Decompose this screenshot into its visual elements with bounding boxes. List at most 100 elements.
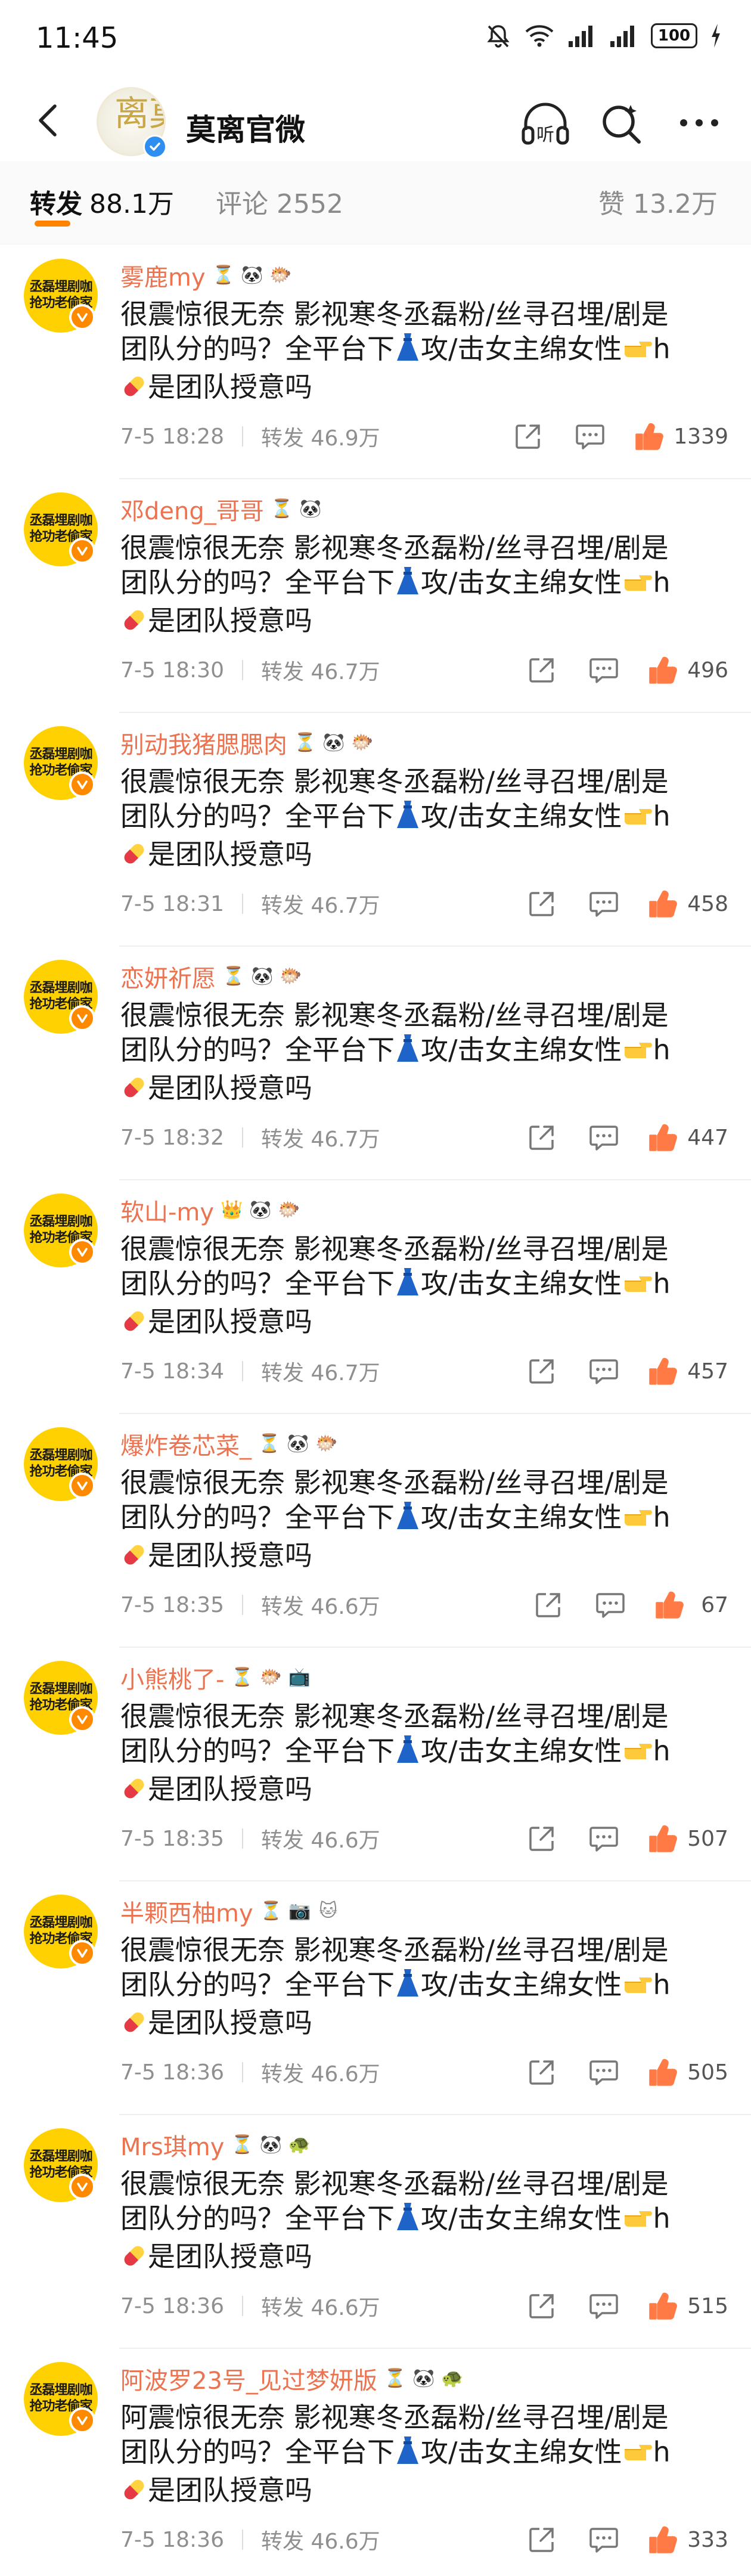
repost-item[interactable]: 丞磊埋剧咖 抢功老偷家 Mrs琪my ⏳ 🐼 🐢 很震惊很无奈 影视寒冬丞磊粉/丝寻… xyxy=(0,2115,751,2349)
share-button[interactable] xyxy=(524,1120,560,1155)
repost-item[interactable]: 丞磊埋剧咖 抢功老偷家 别动我猪腮腮肉 ⏳ 🐼 🐡 很震惊很无奈 影视寒冬丞磊粉/丝… xyxy=(0,713,751,947)
like-button[interactable]: 447 xyxy=(648,1123,728,1152)
repost-text[interactable]: 很震惊很无奈 影视寒冬丞磊粉/丝寻召埋/剧是 团队分的吗？全平台下 攻/击女主绵女… xyxy=(120,1699,716,1810)
share-button[interactable] xyxy=(530,1587,566,1623)
like-button[interactable]: 333 xyxy=(648,2525,728,2555)
repost-text[interactable]: 很震惊很无奈 影视寒冬丞磊粉/丝寻召埋/剧是 团队分的吗？全平台下 攻/击女主绵女… xyxy=(120,2166,716,2277)
username[interactable]: 雾鹿my xyxy=(120,258,206,293)
comment-button[interactable] xyxy=(586,1353,622,1389)
repost-item[interactable]: 丞磊埋剧咖 抢功老偷家 爆炸卷芯菜_ ⏳ 🐼 🐡 很震惊很无奈 影视寒冬丞磊粉/丝寻… xyxy=(0,1414,751,1648)
thumbs-up-icon xyxy=(649,2292,678,2320)
repost-text[interactable]: 很震惊很无奈 影视寒冬丞磊粉/丝寻召埋/剧是 团队分的吗？全平台下 攻/击女主绵女… xyxy=(120,764,716,875)
repost-item[interactable]: 丞磊埋剧咖 抢功老偷家 半颗西柚my ⏳ 📷 🐱 很震惊很无奈 影视寒冬丞磊粉/丝寻… xyxy=(0,1881,751,2115)
battery-icon: 100 xyxy=(651,23,697,48)
repost-count: 转发 46.6万 xyxy=(261,1595,380,1619)
username[interactable]: 半颗西柚my xyxy=(120,1894,253,1929)
comment-button[interactable] xyxy=(586,2288,622,2324)
repost-text[interactable]: 很震惊很无奈 影视寒冬丞磊粉/丝寻召埋/剧是 团队分的吗？全平台下 攻/击女主绵女… xyxy=(120,1933,716,2044)
username[interactable]: 别动我猪腮腮肉 xyxy=(120,726,287,760)
username-row: 软山-my 👑 🐼 🐡 xyxy=(120,1192,301,1228)
action-bar: 505 xyxy=(524,2054,728,2090)
like-count: 507 xyxy=(687,1826,728,1851)
like-button[interactable]: 515 xyxy=(648,2291,728,2321)
share-button[interactable] xyxy=(524,1821,560,1856)
repost-text-line1: 很震惊很无奈 影视寒冬丞磊粉/丝寻召埋/剧是 xyxy=(120,1467,669,1499)
repost-count: 转发 46.7万 xyxy=(261,660,380,684)
like-button[interactable]: 507 xyxy=(648,1824,728,1853)
share-button[interactable] xyxy=(524,2288,560,2324)
repost-text-line3: 是团队授意吗 xyxy=(120,2005,716,2044)
comment-button[interactable] xyxy=(586,2522,622,2558)
repost-time: 7-5 18:28 xyxy=(120,424,224,449)
tab-reposts-count: 88.1万 xyxy=(89,189,174,219)
panda-icon: 🐼 xyxy=(259,2134,283,2155)
like-button[interactable]: 458 xyxy=(648,889,728,919)
comment-button[interactable] xyxy=(586,2054,622,2090)
share-button[interactable] xyxy=(524,2054,560,2090)
panda-icon: 🐼 xyxy=(251,966,274,987)
repost-text[interactable]: 很震惊很无奈 影视寒冬丞磊粉/丝寻召埋/剧是 团队分的吗？全平台下 攻/击女主绵女… xyxy=(120,1232,716,1343)
repost-text-line2a: 团队分的吗？全平台下 xyxy=(120,1969,395,2001)
back-button[interactable] xyxy=(24,97,72,144)
repost-item[interactable]: 丞磊埋剧咖 抢功老偷家 邓deng_哥哥 ⏳ 🐼 很震惊很无奈 影视寒冬丞磊粉/丝… xyxy=(0,479,751,713)
comment-button[interactable] xyxy=(572,419,608,454)
username[interactable]: 软山-my xyxy=(120,1193,214,1227)
share-button[interactable] xyxy=(510,419,546,454)
thumbs-up-icon xyxy=(649,1357,678,1385)
page-title[interactable]: 莫离官微 xyxy=(186,106,305,149)
share-icon xyxy=(529,1359,554,1384)
more-options-button[interactable] xyxy=(672,105,726,141)
like-button[interactable]: 1339 xyxy=(634,421,728,451)
comment-button[interactable] xyxy=(586,1821,622,1856)
share-button[interactable] xyxy=(524,1353,560,1389)
repost-item[interactable]: 丞磊埋剧咖 抢功老偷家 小熊桃了- ⏳ 🐡 📺 很震惊很无奈 影视寒冬丞磊粉/丝寻召… xyxy=(0,1648,751,1881)
search-button[interactable] xyxy=(596,99,646,149)
comment-button[interactable] xyxy=(586,886,622,922)
username[interactable]: 恋妍祈愿 xyxy=(120,959,216,994)
tab-reposts[interactable]: 转发 88.1万 xyxy=(30,182,174,221)
username[interactable]: 小熊桃了- xyxy=(120,1660,224,1695)
share-button[interactable] xyxy=(524,886,560,922)
like-button[interactable]: 496 xyxy=(648,655,728,685)
like-button[interactable]: 505 xyxy=(648,2057,728,2087)
repost-item[interactable]: 丞磊埋剧咖 抢功老偷家 恋妍祈愿 ⏳ 🐼 🐡 很震惊很无奈 影视寒冬丞磊粉/丝寻召埋… xyxy=(0,947,751,1180)
repost-text-line2c: h xyxy=(653,2202,671,2234)
share-button[interactable] xyxy=(524,2522,560,2558)
repost-text-line1: 很震惊很无奈 影视寒冬丞磊粉/丝寻召埋/剧是 xyxy=(120,999,669,1031)
tab-likes[interactable]: 赞 13.2万 xyxy=(598,182,718,221)
comment-button[interactable] xyxy=(592,1587,628,1623)
turtle-icon: 🐢 xyxy=(441,2368,464,2389)
comment-button[interactable] xyxy=(586,652,622,688)
repost-text[interactable]: 阿震惊很无奈 影视寒冬丞磊粉/丝寻召埋/剧是 团队分的吗？全平台下 攻/击女主绵女… xyxy=(120,2400,716,2511)
username-row: 别动我猪腮腮肉 ⏳ 🐼 🐡 xyxy=(120,725,374,761)
repost-text-line1: 很震惊很无奈 影视寒冬丞磊粉/丝寻召埋/剧是 xyxy=(120,532,669,564)
repost-text[interactable]: 很震惊很无奈 影视寒冬丞磊粉/丝寻召埋/剧是 团队分的吗？全平台下 攻/击女主绵女… xyxy=(120,998,716,1109)
repost-item[interactable]: 丞磊埋剧咖 抢功老偷家 阿波罗23号_见过梦妍版 ⏳ 🐼 🐢 阿震惊很无奈 影视寒冬… xyxy=(0,2349,751,2576)
username[interactable]: 爆炸卷芯菜_ xyxy=(120,1427,252,1461)
username[interactable]: Mrs琪my xyxy=(120,2128,224,2162)
repost-text[interactable]: 很震惊很无奈 影视寒冬丞磊粉/丝寻召埋/剧是 团队分的吗？全平台下 攻/击女主绵女… xyxy=(120,531,716,641)
avatar-text-line1: 丞磊埋剧咖 xyxy=(29,1448,92,1463)
username[interactable]: 阿波罗23号_见过梦妍版 xyxy=(120,2361,377,2396)
thumbs-up-icon xyxy=(649,890,678,917)
listen-button[interactable]: 听 xyxy=(519,97,572,150)
repost-footer: 7-5 18:32 转发 46.7万 447 xyxy=(120,1120,728,1155)
repost-text[interactable]: 很震惊很无奈 影视寒冬丞磊粉/丝寻召埋/剧是 团队分的吗？全平台下 攻/击女主绵女… xyxy=(120,297,716,408)
share-button[interactable] xyxy=(524,652,560,688)
hourglass-icon: ⏳ xyxy=(258,1433,281,1454)
comment-button[interactable] xyxy=(586,1120,622,1155)
repost-text[interactable]: 很震惊很无奈 影视寒冬丞磊粉/丝寻召埋/剧是 团队分的吗？全平台下 攻/击女主绵女… xyxy=(120,1465,716,1576)
repost-text-line1: 很震惊很无奈 影视寒冬丞磊粉/丝寻召埋/剧是 xyxy=(120,1700,669,1732)
pill-icon xyxy=(120,1074,148,1109)
repost-item[interactable]: 丞磊埋剧咖 抢功老偷家 雾鹿my ⏳ 🐼 🐡 很震惊很无奈 影视寒冬丞磊粉/丝寻召埋… xyxy=(0,246,751,479)
share-icon xyxy=(516,424,541,449)
like-button[interactable]: 67 xyxy=(654,1590,728,1620)
like-button[interactable]: 457 xyxy=(648,1356,728,1386)
tab-comments[interactable]: 评论 2552 xyxy=(216,182,343,221)
avatar-text-line1: 丞磊埋剧咖 xyxy=(29,1214,92,1229)
thumbs-up-icon xyxy=(649,1124,678,1151)
repost-item[interactable]: 丞磊埋剧咖 抢功老偷家 软山-my 👑 🐼 🐡 很震惊很无奈 影视寒冬丞磊粉/丝寻召… xyxy=(0,1180,751,1414)
repost-text-line2c: h xyxy=(653,1501,671,1533)
pointing-hand-icon xyxy=(622,1504,653,1538)
username[interactable]: 邓deng_哥哥 xyxy=(120,492,264,526)
